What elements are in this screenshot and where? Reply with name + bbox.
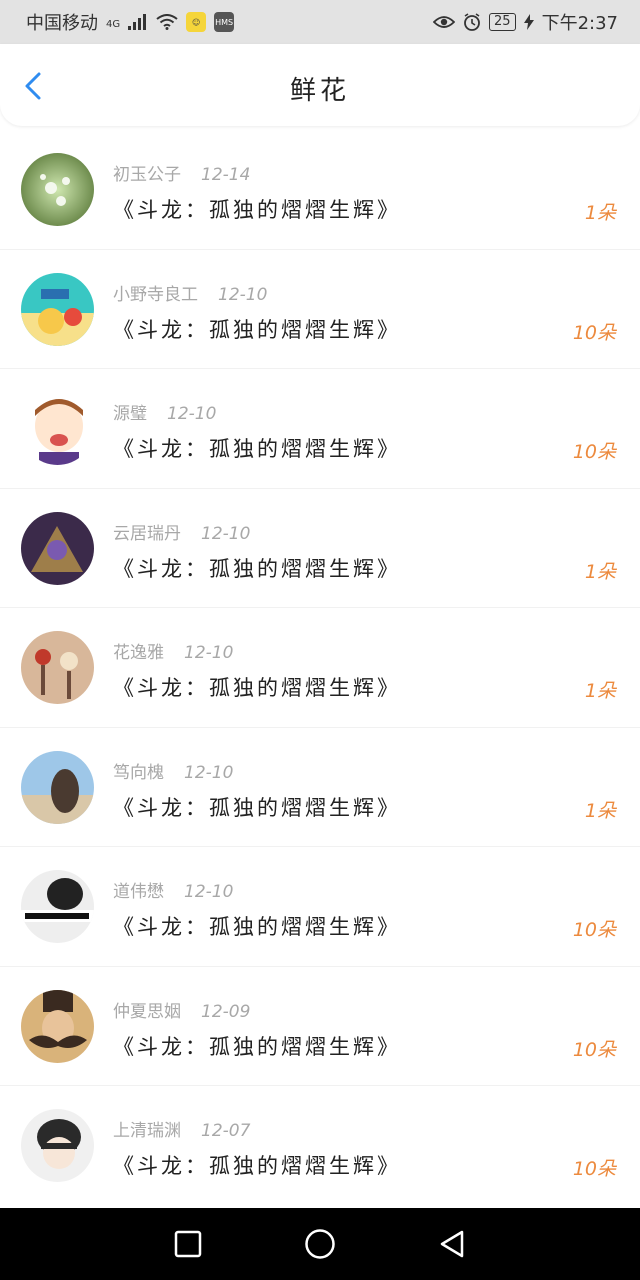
status-right: 25 下午2:37 <box>433 9 618 35</box>
sender-meta: 小野寺良工 12-10 <box>113 280 267 305</box>
list-item[interactable]: 花逸雅 12-10 《斗龙：孤独的熠熠生辉》 1朵 <box>0 608 640 728</box>
send-date: 12-10 <box>184 762 234 783</box>
sender-meta: 初玉公子 12-14 <box>113 160 250 185</box>
avatar <box>21 989 94 1063</box>
battery-level: 25 <box>489 13 516 31</box>
avatar <box>21 870 94 943</box>
book-title[interactable]: 《斗龙：孤独的熠熠生辉》 <box>113 672 401 702</box>
list-item[interactable]: 上清瑞渊 12-07 《斗龙：孤独的熠熠生辉》 10朵 <box>0 1086 640 1206</box>
sender-name: 初玉公子 <box>113 165 181 185</box>
flower-count: 10朵 <box>572 441 616 463</box>
eye-icon <box>433 15 456 29</box>
home-button[interactable] <box>300 1224 340 1264</box>
page-title: 鲜花 <box>289 76 350 106</box>
recents-button[interactable] <box>168 1224 208 1264</box>
alarm-icon <box>463 13 481 31</box>
status-bar: 中国移动 4G ☺ HMS 25 下午2:37 <box>0 0 640 44</box>
book-title[interactable]: 《斗龙：孤独的熠熠生辉》 <box>113 1150 401 1180</box>
flower-record-list: 初玉公子 12-14 《斗龙：孤独的熠熠生辉》 1朵 小野寺良工 12-10 《斗龙… <box>0 130 640 1206</box>
list-item[interactable]: 笃向槐 12-10 《斗龙：孤独的熠熠生辉》 1朵 <box>0 728 640 847</box>
avatar <box>21 153 94 226</box>
flower-count: 10朵 <box>572 321 616 344</box>
sender-name: 云居瑞丹 <box>113 523 181 544</box>
list-item[interactable]: 云居瑞丹 12-10 《斗龙：孤独的熠熠生辉》 1朵 <box>0 489 640 608</box>
sender-name: 仲夏思姻 <box>113 1001 181 1022</box>
notes-app-icon: ☺ <box>186 12 207 32</box>
avatar <box>21 1109 94 1182</box>
sender-meta: 仲夏思姻 12-09 <box>113 997 250 1022</box>
book-title[interactable]: 《斗龙：孤独的熠熠生辉》 <box>113 1031 401 1061</box>
list-item[interactable]: 道伟懋 12-10 《斗龙：孤独的熠熠生辉》 10朵 <box>0 847 640 967</box>
sender-meta: 道伟懋 12-10 <box>113 877 233 902</box>
avatar <box>21 631 94 704</box>
book-title[interactable]: 《斗龙：孤独的熠熠生辉》 <box>113 314 401 344</box>
square-icon <box>174 1230 202 1258</box>
sender-name: 花逸雅 <box>113 643 164 663</box>
sender-meta: 笃向槐 12-10 <box>113 758 233 783</box>
circle-icon <box>305 1229 335 1259</box>
book-title[interactable]: 《斗龙：孤独的熠熠生辉》 <box>113 553 401 583</box>
book-title[interactable]: 《斗龙：孤独的熠熠生辉》 <box>113 911 401 941</box>
flower-count: 1朵 <box>584 202 616 224</box>
sender-meta: 云居瑞丹 12-10 <box>113 519 250 544</box>
avatar <box>21 750 94 824</box>
sender-name: 源璧 <box>113 404 147 424</box>
charging-icon <box>523 14 534 30</box>
avatar <box>21 272 94 346</box>
book-title[interactable]: 《斗龙：孤独的熠熠生辉》 <box>113 792 401 822</box>
flower-count: 10朵 <box>572 919 616 941</box>
carrier-label: 中国移动 <box>26 13 98 34</box>
status-left: 中国移动 4G ☺ HMS <box>26 9 235 35</box>
wifi-icon <box>156 14 178 30</box>
list-item[interactable]: 源璧 12-10 《斗龙：孤独的熠熠生辉》 10朵 <box>0 369 640 489</box>
send-date: 12-07 <box>201 1121 251 1141</box>
sender-meta: 源璧 12-10 <box>113 399 216 424</box>
flower-count: 10朵 <box>572 1158 616 1180</box>
network-type: 4G <box>106 19 121 30</box>
system-nav-bar <box>0 1208 640 1280</box>
flower-count: 1朵 <box>584 680 616 702</box>
avatar <box>21 511 94 585</box>
app-header: 鲜花 <box>0 44 640 126</box>
list-item[interactable]: 小野寺良工 12-10 《斗龙：孤独的熠熠生辉》 10朵 <box>0 250 640 369</box>
book-title[interactable]: 《斗龙：孤独的熠熠生辉》 <box>113 194 401 224</box>
flower-count: 1朵 <box>584 799 616 822</box>
book-title[interactable]: 《斗龙：孤独的熠熠生辉》 <box>113 433 401 463</box>
send-date: 12-14 <box>201 165 251 185</box>
nav-back-button[interactable] <box>432 1224 472 1264</box>
sender-name: 道伟懋 <box>113 882 164 902</box>
send-date: 12-10 <box>184 882 234 902</box>
list-item[interactable]: 仲夏思姻 12-09 《斗龙：孤独的熠熠生辉》 10朵 <box>0 967 640 1086</box>
flower-count: 1朵 <box>584 560 616 583</box>
signal-icon <box>128 14 148 30</box>
sender-meta: 花逸雅 12-10 <box>113 638 233 663</box>
avatar <box>21 392 94 465</box>
sender-name: 小野寺良工 <box>113 284 198 305</box>
send-date: 12-10 <box>184 643 234 663</box>
sender-name: 上清瑞渊 <box>113 1121 181 1141</box>
send-date: 12-10 <box>201 523 251 544</box>
hms-app-icon: HMS <box>214 12 235 32</box>
send-date: 12-09 <box>201 1001 251 1022</box>
list-item[interactable]: 初玉公子 12-14 《斗龙：孤独的熠熠生辉》 1朵 <box>0 130 640 250</box>
sender-name: 笃向槐 <box>113 762 164 783</box>
flower-count: 10朵 <box>572 1038 616 1061</box>
triangle-back-icon <box>440 1230 464 1258</box>
clock: 下午2:37 <box>541 13 618 34</box>
send-date: 12-10 <box>167 404 217 424</box>
sender-meta: 上清瑞渊 12-07 <box>113 1116 250 1141</box>
send-date: 12-10 <box>218 284 268 305</box>
